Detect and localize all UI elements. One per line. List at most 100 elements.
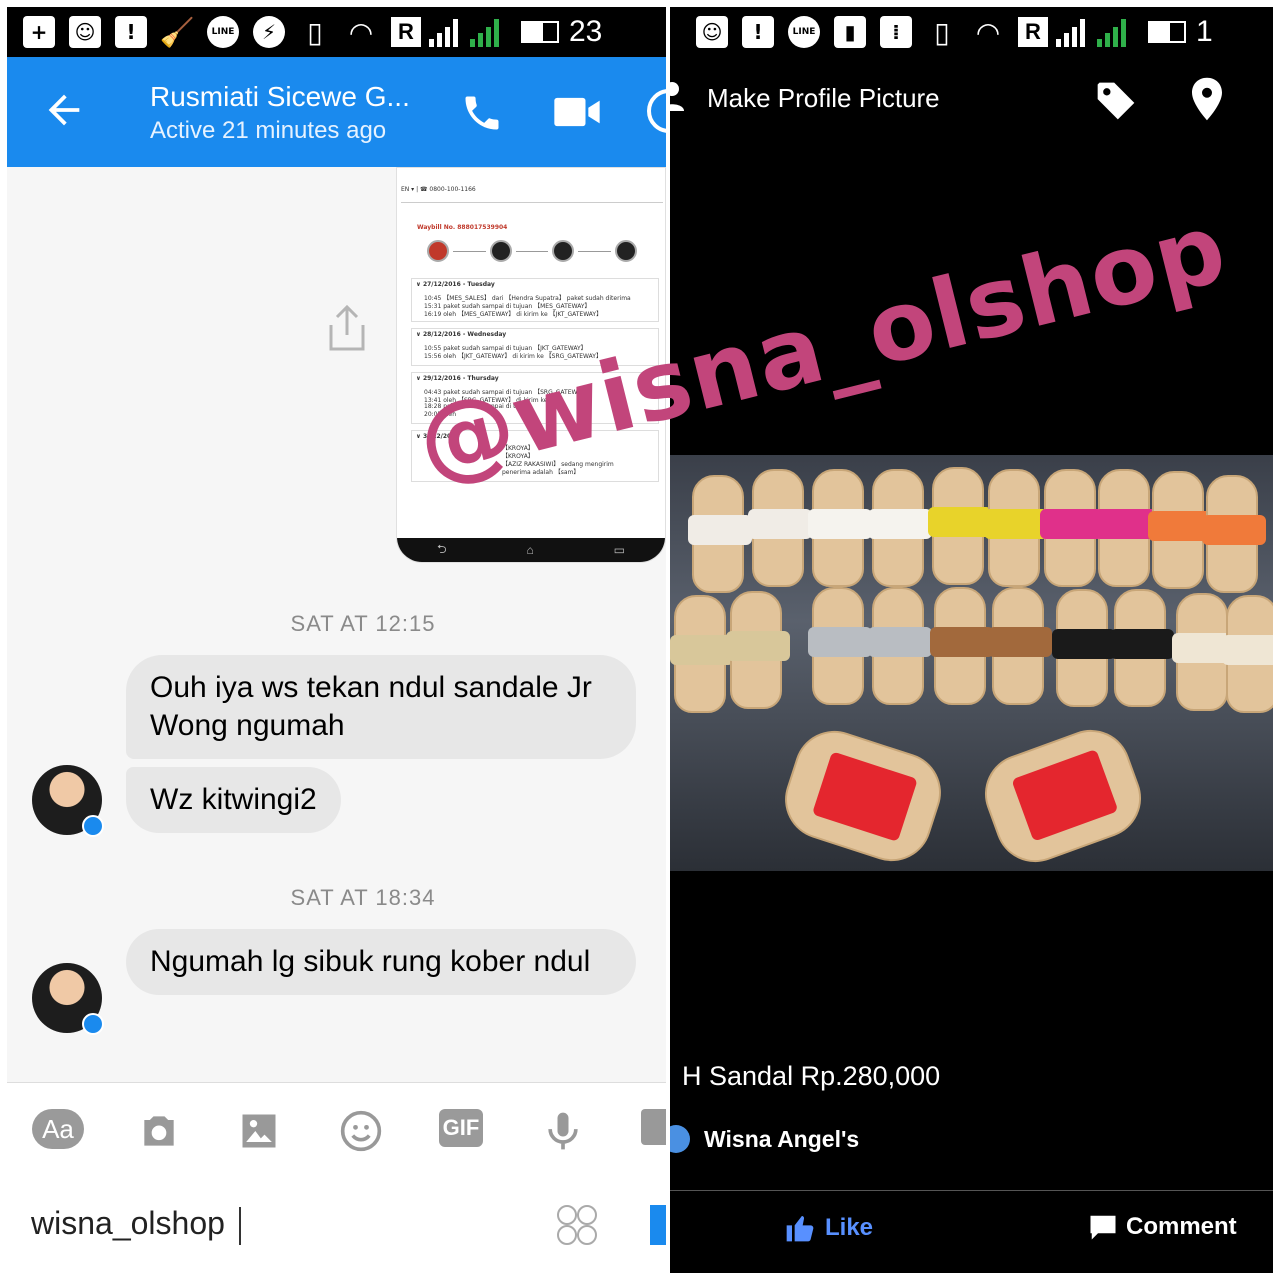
- sim-card-icon: ▮: [834, 16, 866, 48]
- comment-label: Comment: [1126, 1213, 1237, 1240]
- gallery-icon[interactable]: [233, 1109, 285, 1153]
- android-nav-bar: ⮌ ⌂ ▭: [397, 538, 665, 562]
- tag-icon[interactable]: [1094, 79, 1138, 123]
- sandal-cream: [1222, 595, 1273, 713]
- divider: [670, 1190, 1273, 1191]
- back-nav-icon: ⮌: [436, 541, 447, 556]
- sandal-black: [1052, 589, 1116, 707]
- receipt-icon: [615, 240, 638, 262]
- photo-caption: H Sandal Rp.280,000: [682, 1061, 941, 1091]
- entry-date: ∨ 28/12/2016 - Wednesday: [416, 331, 507, 338]
- profile-icon[interactable]: [670, 81, 684, 111]
- phone-icon[interactable]: [460, 91, 504, 135]
- alert-icon: !: [115, 16, 147, 48]
- microphone-icon[interactable]: [537, 1109, 589, 1153]
- video-call-icon[interactable]: [554, 95, 600, 129]
- like-label: Like: [825, 1214, 874, 1241]
- signal-1-icon: [429, 17, 458, 47]
- more-options-icon[interactable]: [641, 1109, 666, 1145]
- sandal-white: [748, 469, 812, 587]
- signal-2-icon: [1097, 17, 1126, 47]
- sandal-black: [1110, 589, 1174, 707]
- sandal-orange: [1202, 475, 1266, 593]
- message-timestamp: SAT AT 12:15: [290, 611, 436, 636]
- share-icon[interactable]: [325, 303, 369, 353]
- message-timestamp: SAT AT 18:34: [290, 885, 436, 910]
- alert-icon: !: [742, 16, 774, 48]
- vibrate-icon: ▯: [307, 15, 323, 49]
- sandal-product-photo[interactable]: [670, 455, 1273, 871]
- sandal-brown: [988, 587, 1052, 705]
- divider: [401, 202, 663, 203]
- vibrate-icon: ▯: [934, 15, 950, 49]
- gif-button[interactable]: GIF: [439, 1109, 483, 1147]
- sandal-pink: [1040, 469, 1104, 587]
- sandal-yellow: [984, 469, 1048, 587]
- plane-icon: [489, 240, 512, 262]
- sandal-brown: [930, 587, 994, 705]
- emoji-icon[interactable]: [335, 1109, 387, 1153]
- home-nav-icon: ⌂: [526, 543, 534, 557]
- tracking-phone: EN ▾ | ☎ 0800-100-1166: [401, 186, 476, 193]
- blackberry-icon: ⁞: [880, 16, 912, 48]
- comment-icon: [1090, 1215, 1116, 1240]
- cleaner-icon: 🧹: [159, 15, 195, 49]
- likes-row[interactable]: Wisna Angel's: [670, 1125, 859, 1153]
- active-status: Active 21 minutes ago: [150, 117, 387, 144]
- bbm-face-icon: ☺: [69, 16, 101, 48]
- like-badge-icon: [670, 1125, 690, 1153]
- sandal-red: [774, 720, 952, 871]
- box-icon: [427, 240, 449, 262]
- messenger-badge-icon: [82, 1013, 104, 1035]
- contact-avatar[interactable]: [32, 765, 104, 837]
- battery-icon: [1148, 21, 1186, 43]
- battery-icon: [521, 21, 559, 43]
- like-button[interactable]: Like: [783, 1212, 873, 1244]
- roaming-icon: R: [1018, 17, 1048, 47]
- sandal-gold: [670, 595, 734, 713]
- tracking-entry: ∨ 27/12/2016 - Tuesday 10:45 【MES_SALES】…: [411, 278, 659, 322]
- text-format-button[interactable]: Aa: [32, 1109, 84, 1149]
- message-composer: Aa GIF wisna_olshop: [7, 1082, 666, 1273]
- thumbs-up-icon: [786, 1216, 814, 1242]
- entry-date: ∨ 27/12/2016 - Tuesday: [416, 281, 495, 288]
- location-pin-icon[interactable]: [1192, 77, 1222, 121]
- liker-name[interactable]: Wisna Angel's: [704, 1126, 859, 1153]
- info-icon[interactable]: [647, 89, 666, 133]
- sandal-white: [808, 469, 872, 587]
- sandal-cream: [1172, 593, 1236, 711]
- message-input-value: wisna_olshop: [31, 1205, 225, 1241]
- collage: + ☺ ! 🧹 LINE ⚡ ▯ ◠ R 23 Rusmiati Sicewe …: [0, 0, 1280, 1280]
- sandal-red: [973, 718, 1153, 871]
- sandal-yellow: [928, 467, 992, 585]
- message-input[interactable]: wisna_olshop: [31, 1205, 241, 1245]
- line-app-icon: LINE: [207, 16, 239, 48]
- back-arrow-icon[interactable]: [41, 87, 87, 133]
- recents-nav-icon: ▭: [613, 543, 626, 557]
- make-profile-picture-button[interactable]: Make Profile Picture: [707, 83, 940, 114]
- sandal-white: [688, 475, 752, 593]
- sandal-gold: [726, 591, 790, 709]
- wifi-icon: ◠: [350, 15, 372, 49]
- status-time: 1: [1196, 15, 1213, 48]
- messenger-icon: ⚡: [253, 16, 285, 48]
- contact-name[interactable]: Rusmiati Sicewe G...: [150, 81, 410, 113]
- sandal-silver: [808, 587, 872, 705]
- send-icon[interactable]: [650, 1205, 666, 1245]
- wifi-icon: ◠: [977, 15, 999, 49]
- message-bubble[interactable]: Wz kitwingi2: [126, 767, 341, 833]
- sticker-icon[interactable]: [555, 1203, 599, 1247]
- camera-icon[interactable]: [133, 1109, 185, 1153]
- status-bar: ☺ ! LINE ▮ ⁞ ▯ ◠ R 1: [670, 7, 1273, 57]
- message-bubble[interactable]: Ngumah lg sibuk rung kober ndul: [126, 929, 636, 995]
- contact-avatar[interactable]: [32, 963, 104, 1035]
- sandal-orange: [1148, 471, 1212, 589]
- truck-icon: [552, 240, 575, 262]
- tracking-progress: [427, 240, 638, 262]
- message-bubble[interactable]: Ouh iya ws tekan ndul sandale Jr Wong ng…: [126, 655, 636, 759]
- conversation-header: Rusmiati Sicewe G... Active 21 minutes a…: [7, 57, 666, 167]
- facebook-photo-viewer: ☺ ! LINE ▮ ⁞ ▯ ◠ R 1 Make Profile Pictur…: [670, 7, 1273, 1273]
- comment-button[interactable]: Comment: [1088, 1212, 1237, 1242]
- signal-2-icon: [470, 17, 499, 47]
- roaming-icon: R: [391, 17, 421, 47]
